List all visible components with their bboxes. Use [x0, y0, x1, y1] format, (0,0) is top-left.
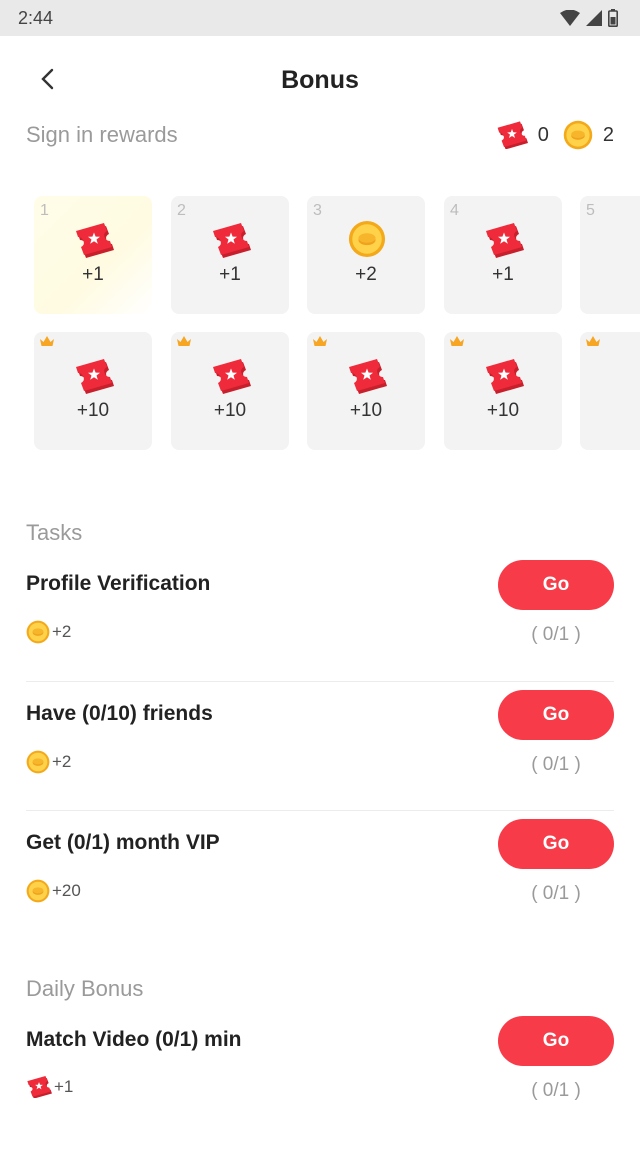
- crown-icon: [177, 336, 191, 346]
- day-card-1[interactable]: 1 +1: [34, 196, 152, 314]
- sign-in-section-title: Sign in rewards: [26, 122, 178, 147]
- vip-sign-in-days: +10 +10 +10 +10: [34, 332, 640, 452]
- task-progress: ( 0/1 ): [531, 1080, 581, 1101]
- day-reward: +2: [355, 264, 377, 285]
- day-number: 5: [586, 202, 595, 219]
- ticket-balance-value: 0: [537, 123, 549, 146]
- vip-day-card-3[interactable]: +10: [307, 332, 425, 450]
- coin-icon: [26, 750, 50, 774]
- day-number: 4: [450, 202, 459, 219]
- coin-balance-value: 2: [602, 123, 614, 146]
- task-reward: +2: [26, 620, 71, 644]
- task-progress: ( 0/1 ): [531, 624, 581, 645]
- ticket-icon: [347, 358, 387, 394]
- task-reward: +20: [26, 879, 81, 903]
- divider: [26, 810, 614, 811]
- sign-in-days: 1 +1 2 +1 3 +2 4 +1 5: [34, 196, 640, 316]
- go-button[interactable]: Go: [498, 819, 614, 869]
- task-reward-value: +2: [52, 622, 72, 641]
- crown-icon: [450, 336, 464, 346]
- task-reward-value: +20: [52, 881, 81, 900]
- day-reward: +1: [82, 264, 104, 285]
- tasks-section-title: Tasks: [26, 520, 83, 545]
- ticket-icon: [496, 121, 528, 149]
- coin-icon: [563, 120, 593, 150]
- task-title: Match Video (0/1) min: [26, 1028, 242, 1051]
- coin-icon: [26, 620, 50, 644]
- vip-day-card-5[interactable]: [580, 332, 640, 450]
- vip-day-reward: +10: [486, 400, 520, 421]
- task-reward-value: +2: [52, 752, 72, 771]
- day-card-2[interactable]: 2 +1: [171, 196, 289, 314]
- day-card-4[interactable]: 4 +1: [444, 196, 562, 314]
- balances: 0 2: [496, 120, 614, 150]
- task-title: Profile Verification: [26, 572, 211, 595]
- daily-bonus-section-title: Daily Bonus: [26, 976, 144, 1001]
- go-button[interactable]: Go: [498, 1016, 614, 1066]
- ticket-icon: [74, 358, 114, 394]
- ticket-icon: [484, 222, 524, 258]
- vip-day-reward: +10: [76, 400, 110, 421]
- header: Bonus: [0, 36, 640, 128]
- page-title: Bonus: [281, 66, 359, 94]
- task-reward: +1: [26, 1076, 73, 1098]
- task-get-vip: Get (0/1) month VIP +20 Go ( 0/1 ): [26, 819, 614, 959]
- divider: [26, 681, 614, 682]
- day-card-5[interactable]: 5: [580, 196, 640, 314]
- crown-icon: [40, 336, 54, 346]
- ticket-icon: [211, 222, 251, 258]
- task-title: Get (0/1) month VIP: [26, 831, 220, 854]
- task-progress: ( 0/1 ): [531, 883, 581, 904]
- coin-balance: 2: [563, 120, 614, 150]
- vip-day-reward: +10: [349, 400, 383, 421]
- vip-day-reward: +10: [213, 400, 247, 421]
- vip-day-card-2[interactable]: +10: [171, 332, 289, 450]
- ticket-icon: [211, 358, 251, 394]
- go-button[interactable]: Go: [498, 690, 614, 740]
- vip-day-card-4[interactable]: +10: [444, 332, 562, 450]
- ticket-balance: 0: [496, 121, 549, 149]
- status-time: 2:44: [18, 7, 54, 28]
- day-number: 1: [40, 202, 49, 219]
- ticket-icon: [26, 1076, 52, 1098]
- day-card-3[interactable]: 3 +2: [307, 196, 425, 314]
- task-title: Have (0/10) friends: [26, 702, 213, 725]
- coin-icon: [26, 879, 50, 903]
- wifi-icon: [560, 10, 580, 26]
- task-reward: +2: [26, 750, 71, 774]
- battery-icon: [608, 9, 618, 27]
- vip-day-card-1[interactable]: +10: [34, 332, 152, 450]
- ticket-icon: [74, 222, 114, 258]
- day-number: 2: [177, 202, 186, 219]
- crown-icon: [313, 336, 327, 346]
- day-reward: +1: [219, 264, 241, 285]
- task-match-video: Match Video (0/1) min +1 Go ( 0/1 ): [26, 1016, 614, 1156]
- status-bar: 2:44: [0, 0, 640, 36]
- go-button[interactable]: Go: [498, 560, 614, 610]
- day-reward: +1: [492, 264, 514, 285]
- signal-icon: [586, 10, 602, 26]
- task-progress: ( 0/1 ): [531, 754, 581, 775]
- status-icons: [560, 9, 618, 27]
- task-reward-value: +1: [54, 1077, 74, 1096]
- crown-icon: [586, 336, 600, 346]
- coin-icon: [348, 220, 386, 258]
- day-number: 3: [313, 202, 322, 219]
- ticket-icon: [484, 358, 524, 394]
